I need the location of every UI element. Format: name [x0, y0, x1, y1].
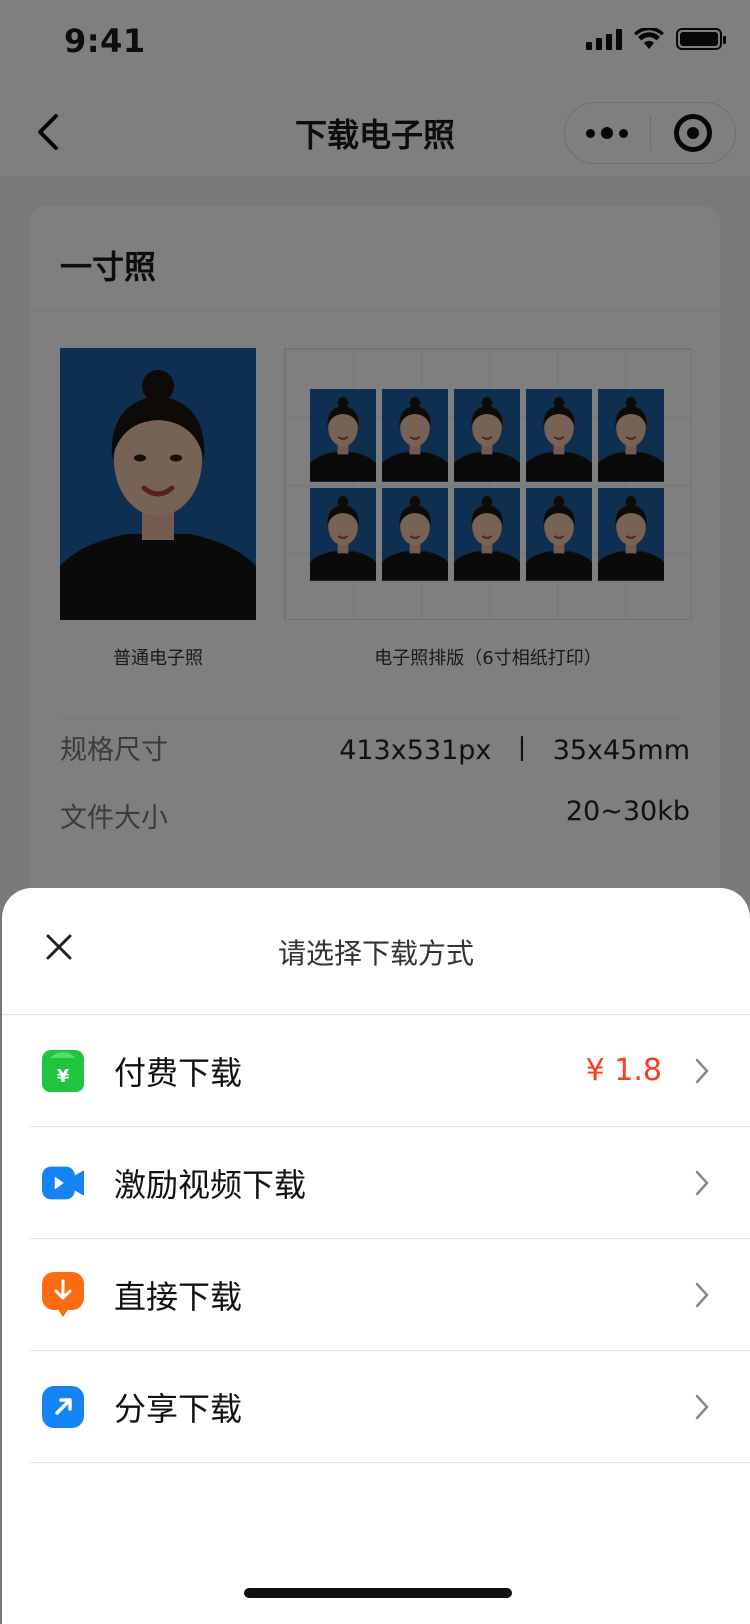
option-share-download[interactable]: 分享下载	[30, 1351, 750, 1463]
option-paid-download[interactable]: ¥ 付费下载 ¥ 1.8	[30, 1015, 750, 1127]
chevron-right-icon	[695, 1170, 709, 1195]
option-video-download[interactable]: 激励视频下载	[30, 1127, 750, 1239]
option-label: 付费下载	[114, 1053, 243, 1092]
share-icon	[42, 1385, 84, 1428]
home-indicator	[244, 1588, 512, 1598]
chevron-right-icon	[695, 1058, 709, 1083]
chevron-right-icon	[695, 1394, 709, 1419]
chevron-right-icon	[695, 1282, 709, 1307]
video-icon	[42, 1162, 84, 1204]
option-label: 直接下载	[114, 1277, 243, 1316]
download-options-sheet: 请选择下载方式 ¥ 付费下载 ¥ 1.8 激励视频下载 直接下载 分享下载	[2, 888, 750, 1624]
option-direct-download[interactable]: 直接下载	[30, 1239, 750, 1351]
sheet-title: 请选择下载方式	[277, 937, 474, 970]
download-icon	[42, 1271, 84, 1317]
svg-text:¥: ¥	[57, 1066, 70, 1087]
option-label: 激励视频下载	[114, 1165, 307, 1204]
option-label: 分享下载	[114, 1389, 243, 1428]
wallet-icon: ¥	[42, 1049, 84, 1092]
price-label: ¥ 1.8	[585, 1053, 662, 1088]
